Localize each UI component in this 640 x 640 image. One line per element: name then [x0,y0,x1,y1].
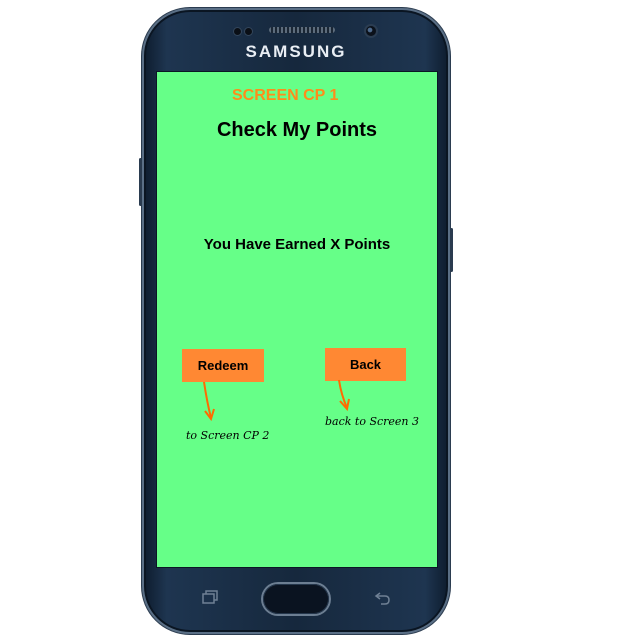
back-annotation: back to Screen 3 [325,415,420,428]
front-camera [366,26,376,36]
redeem-annotation: to Screen CP 2 [186,429,270,442]
phone-frame: SAMSUNG SCREEN CP 1 Check My Points You … [139,8,453,634]
light-sensor [245,28,252,35]
recent-apps-icon[interactable] [200,588,220,608]
redeem-annotation-arrow [203,381,215,422]
brand-logo: SAMSUNG [245,42,347,61]
app-screen: SCREEN CP 1 Check My Points You Have Ear… [156,71,438,568]
earpiece-speaker [269,27,335,33]
back-icon[interactable] [372,588,392,608]
volume-button [139,158,142,206]
annotation-arrows [203,379,350,422]
proximity-sensor [234,28,241,35]
power-button [450,228,453,272]
home-button[interactable] [263,584,329,614]
back-annotation-arrow [338,379,350,412]
